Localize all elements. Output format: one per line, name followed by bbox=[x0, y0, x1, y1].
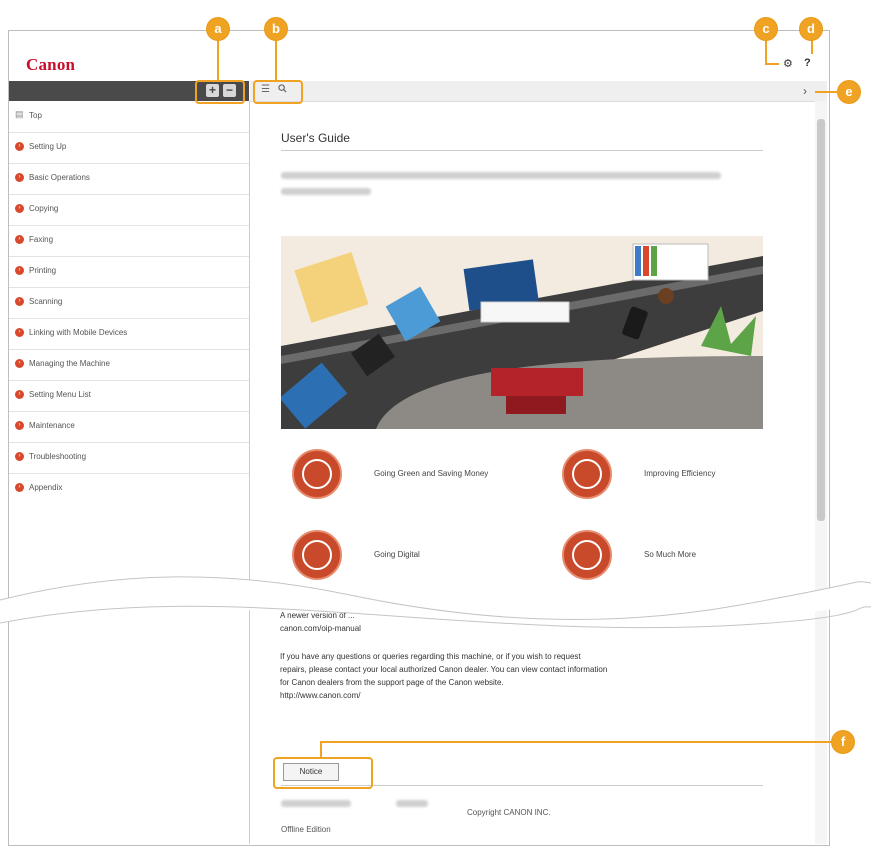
contact-line: If you have any questions or queries reg… bbox=[280, 652, 581, 661]
callout-a-line bbox=[217, 40, 219, 80]
canon-logo: Canon bbox=[26, 55, 76, 74]
sidebar-item-label: Scanning bbox=[29, 297, 63, 306]
sidebar: ▤ Top › Setting Up › Basic Operations › … bbox=[9, 101, 250, 844]
chart-icon bbox=[562, 449, 612, 499]
sidebar-item-top[interactable]: ▤ Top bbox=[9, 101, 249, 133]
callout-f-line bbox=[320, 741, 322, 757]
arrow-bullet-icon: › bbox=[15, 421, 24, 430]
title-divider bbox=[281, 150, 763, 151]
sidebar-item-label: Setting Up bbox=[29, 142, 67, 151]
blurred-footer-text bbox=[281, 800, 351, 807]
sidebar-item-appendix[interactable]: › Appendix bbox=[9, 473, 249, 504]
callout-f-line bbox=[320, 741, 832, 743]
sidebar-item-linking-mobile[interactable]: › Linking with Mobile Devices bbox=[9, 318, 249, 350]
category-label: Going Green and Saving Money bbox=[374, 469, 489, 478]
sidebar-item-label: Printing bbox=[29, 266, 57, 275]
blurred-footer-text bbox=[396, 800, 428, 807]
arrow-bullet-icon: › bbox=[15, 266, 24, 275]
sidebar-item-label: Basic Operations bbox=[29, 173, 90, 182]
sidebar-item-faxing[interactable]: › Faxing bbox=[9, 225, 249, 257]
sidebar-item-label: Appendix bbox=[29, 483, 63, 492]
blurred-model-list bbox=[281, 188, 371, 195]
sidebar-item-troubleshooting[interactable]: › Troubleshooting bbox=[9, 442, 249, 474]
chevron-right-icon[interactable]: › bbox=[803, 84, 807, 98]
sidebar-item-maintenance[interactable]: › Maintenance bbox=[9, 411, 249, 443]
arrow-bullet-icon: › bbox=[15, 235, 24, 244]
sidebar-item-basic-operations[interactable]: › Basic Operations bbox=[9, 163, 249, 195]
arrow-bullet-icon: › bbox=[15, 328, 24, 337]
sidebar-item-label: Top bbox=[29, 111, 42, 120]
arrow-bullet-icon: › bbox=[15, 483, 24, 492]
eco-icon bbox=[292, 449, 342, 499]
contact-line: for Canon dealers from the support page … bbox=[280, 678, 504, 687]
hero-illustration bbox=[281, 236, 763, 429]
content-toolbar: ☰ › bbox=[250, 81, 827, 102]
callout-a: a bbox=[207, 18, 229, 40]
contact-line: repairs, please contact your local autho… bbox=[280, 665, 608, 674]
category-going-green[interactable]: Going Green and Saving Money bbox=[292, 449, 562, 503]
arrow-bullet-icon: › bbox=[15, 204, 24, 213]
arrow-bullet-icon: › bbox=[15, 173, 24, 182]
sidebar-item-label: Linking with Mobile Devices bbox=[29, 328, 128, 337]
callout-c-line bbox=[765, 63, 779, 65]
canon-website-link[interactable]: http://www.canon.com/ bbox=[280, 690, 360, 703]
sidebar-item-copying[interactable]: › Copying bbox=[9, 194, 249, 226]
sidebar-item-managing-machine[interactable]: › Managing the Machine bbox=[9, 349, 249, 381]
callout-a-box bbox=[195, 80, 245, 104]
copyright-text: Copyright CANON INC. bbox=[467, 808, 551, 817]
sidebar-item-scanning[interactable]: › Scanning bbox=[9, 287, 249, 319]
main-content: User's Guide Going Green and Saving Mone… bbox=[250, 102, 812, 842]
sidebar-item-setting-menu-list[interactable]: › Setting Menu List bbox=[9, 380, 249, 412]
callout-e: e bbox=[838, 81, 860, 103]
gear-icon[interactable]: ⚙ bbox=[783, 57, 793, 70]
scroll-thumb[interactable] bbox=[817, 119, 825, 521]
category-improving-efficiency[interactable]: Improving Efficiency bbox=[562, 449, 812, 503]
arrow-bullet-icon: › bbox=[15, 142, 24, 151]
arrow-bullet-icon: › bbox=[15, 390, 24, 399]
content-scrollbar[interactable] bbox=[815, 101, 827, 844]
arrow-bullet-icon: › bbox=[15, 359, 24, 368]
callout-f: f bbox=[832, 731, 854, 753]
blurred-model-list bbox=[281, 172, 721, 179]
callout-b: b bbox=[265, 18, 287, 40]
help-icon[interactable]: ? bbox=[804, 57, 811, 69]
sidebar-item-label: Troubleshooting bbox=[29, 452, 87, 461]
callout-f-box bbox=[273, 757, 373, 789]
sidebar-item-printing[interactable]: › Printing bbox=[9, 256, 249, 288]
page-title: User's Guide bbox=[281, 131, 350, 145]
page-break-wave bbox=[0, 576, 871, 629]
sidebar-item-setting-up[interactable]: › Setting Up bbox=[9, 132, 249, 164]
sidebar-item-label: Managing the Machine bbox=[29, 359, 110, 368]
category-label: Improving Efficiency bbox=[644, 469, 716, 478]
arrow-bullet-icon: › bbox=[15, 452, 24, 461]
callout-b-line bbox=[275, 40, 277, 80]
callout-c-line bbox=[765, 40, 767, 64]
callout-d: d bbox=[800, 18, 822, 40]
sidebar-item-label: Copying bbox=[29, 204, 59, 213]
edition-text: Offline Edition bbox=[281, 825, 331, 834]
callout-c: c bbox=[755, 18, 777, 40]
doc-icon: ▤ bbox=[15, 109, 24, 119]
callout-d-line bbox=[811, 40, 813, 54]
arrow-bullet-icon: › bbox=[15, 297, 24, 306]
sidebar-item-label: Faxing bbox=[29, 235, 54, 244]
callout-b-box bbox=[253, 80, 303, 104]
sidebar-item-label: Setting Menu List bbox=[29, 390, 91, 399]
sidebar-item-label: Maintenance bbox=[29, 421, 75, 430]
callout-e-line bbox=[815, 91, 837, 93]
